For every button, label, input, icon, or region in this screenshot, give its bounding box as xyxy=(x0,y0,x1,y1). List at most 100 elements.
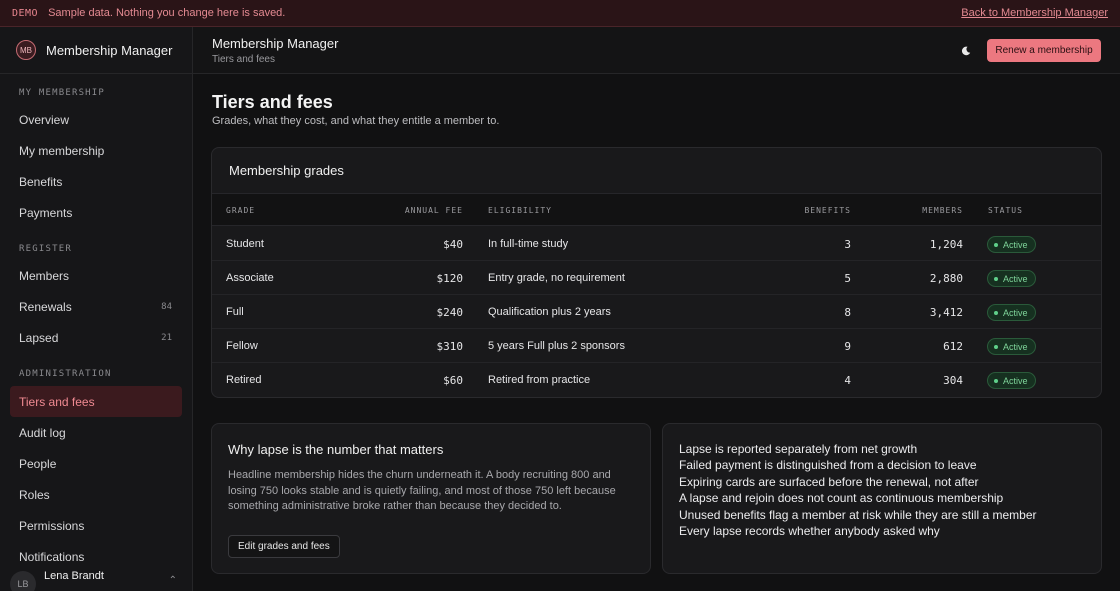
members-cell: 304 xyxy=(943,374,963,387)
sidebar-item-roles[interactable]: Roles xyxy=(0,479,192,510)
members-cell: 2,880 xyxy=(929,272,963,285)
list-item: A lapse and rejoin does not count as con… xyxy=(679,491,1004,506)
lapsed-count: 21 xyxy=(161,332,172,343)
sidebar-item-payments[interactable]: Payments xyxy=(0,197,192,228)
column-header-grade[interactable]: GRADE xyxy=(226,206,255,215)
principles-list: Lapse is reported separately from net gr… xyxy=(679,441,1037,539)
brand[interactable]: MB Membership Manager xyxy=(0,27,192,74)
members-cell: 612 xyxy=(943,340,963,353)
table-row[interactable]: Student $40 In full-time study 3 1,204 A… xyxy=(212,227,1101,261)
status-dot-icon xyxy=(994,242,998,247)
column-header-status[interactable]: STATUS xyxy=(988,206,1023,215)
card-title: Membership grades xyxy=(229,163,344,178)
table-body: Student $40 In full-time study 3 1,204 A… xyxy=(212,227,1101,397)
sidebar-item-label: My membership xyxy=(19,143,105,158)
card-body: Headline membership hides the churn unde… xyxy=(228,469,616,512)
sidebar-item-label: Payments xyxy=(19,205,73,220)
sidebar-item-label: Benefits xyxy=(19,174,63,189)
sidebar-item-overview[interactable]: Overview xyxy=(0,104,192,135)
page-subtitle: Grades, what they cost, and what they en… xyxy=(212,115,500,127)
status-label: Active xyxy=(1003,239,1028,250)
sidebar-item-audit-log[interactable]: Audit log xyxy=(0,417,192,448)
eligibility-cell: In full-time study xyxy=(488,238,569,250)
section-label-my-membership: MY MEMBERSHIP xyxy=(19,88,106,98)
table-row[interactable]: Retired $60 Retired from practice 4 304 … xyxy=(212,363,1101,397)
app-name: Membership Manager xyxy=(46,42,173,58)
benefits-cell: 5 xyxy=(844,272,851,285)
eligibility-cell: Qualification plus 2 years xyxy=(488,306,611,318)
sidebar: MB Membership Manager MY MEMBERSHIP Over… xyxy=(0,27,193,591)
sidebar-item-lapsed[interactable]: Lapsed 21 xyxy=(0,322,192,353)
grade-cell: Associate xyxy=(226,272,274,284)
sidebar-item-members[interactable]: Members xyxy=(0,260,192,291)
grade-cell: Student xyxy=(226,238,264,250)
list-item: Unused benefits flag a member at risk wh… xyxy=(679,507,1037,522)
benefits-cell: 9 xyxy=(844,340,851,353)
sidebar-item-label: Permissions xyxy=(19,518,85,533)
fee-cell: $310 xyxy=(436,340,464,353)
grade-cell: Fellow xyxy=(226,340,258,352)
demo-message: Sample data. Nothing you change here is … xyxy=(48,7,286,19)
header-title: Membership Manager xyxy=(212,36,339,51)
app-logo: MB xyxy=(16,40,36,60)
sidebar-item-tiers-and-fees[interactable]: Tiers and fees xyxy=(10,386,182,417)
list-item: Lapse is reported separately from net gr… xyxy=(679,442,918,456)
sidebar-item-my-membership[interactable]: My membership xyxy=(0,135,192,166)
section-label-administration: ADMINISTRATION xyxy=(19,369,112,379)
table-row[interactable]: Fellow $310 5 years Full plus 2 sponsors… xyxy=(212,329,1101,363)
sidebar-item-permissions[interactable]: Permissions xyxy=(0,510,192,541)
moon-icon[interactable] xyxy=(957,42,975,60)
sidebar-item-people[interactable]: People xyxy=(0,448,192,479)
user-name: Lena Brandt xyxy=(44,570,104,582)
status-badge: Active xyxy=(987,338,1036,355)
status-badge: Active xyxy=(987,304,1036,321)
column-header-eligibility[interactable]: ELIGIBILITY xyxy=(488,206,552,215)
membership-grades-card: Membership grades GRADE ANNUAL FEE ELIGI… xyxy=(211,147,1102,398)
demo-banner: DEMO Sample data. Nothing you change her… xyxy=(0,0,1120,27)
status-badge: Active xyxy=(987,270,1036,287)
grade-cell: Full xyxy=(226,306,244,318)
header-subtitle: Tiers and fees xyxy=(212,54,275,65)
renew-membership-button[interactable]: Renew a membership xyxy=(987,39,1101,62)
column-header-annual-fee[interactable]: ANNUAL FEE xyxy=(405,206,463,215)
status-label: Active xyxy=(1003,375,1028,386)
benefits-cell: 3 xyxy=(844,238,851,251)
eligibility-cell: 5 years Full plus 2 sponsors xyxy=(488,340,625,352)
table-row[interactable]: Full $240 Qualification plus 2 years 8 3… xyxy=(212,295,1101,329)
status-label: Active xyxy=(1003,341,1028,352)
lapse-explainer-card: Why lapse is the number that matters Hea… xyxy=(211,423,651,574)
chevron-up-down-icon: ⌃ xyxy=(168,575,177,586)
status-label: Active xyxy=(1003,273,1028,284)
eligibility-cell: Entry grade, no requirement xyxy=(488,272,625,284)
fee-cell: $40 xyxy=(443,238,463,251)
list-item: Expiring cards are surfaced before the r… xyxy=(679,474,979,489)
sidebar-item-label: Notifications xyxy=(19,549,85,564)
fee-cell: $60 xyxy=(443,374,463,387)
sidebar-item-renewals[interactable]: Renewals 84 xyxy=(0,291,192,322)
user-menu[interactable]: LB Lena Brandt ⌃ xyxy=(0,569,192,591)
demo-tag: DEMO xyxy=(12,7,39,19)
card-title: Why lapse is the number that matters xyxy=(228,442,444,457)
renewals-count: 84 xyxy=(161,301,172,312)
benefits-cell: 8 xyxy=(844,306,851,319)
edit-grades-button[interactable]: Edit grades and fees xyxy=(228,535,340,558)
status-label: Active xyxy=(1003,307,1028,318)
sidebar-item-benefits[interactable]: Benefits xyxy=(0,166,192,197)
back-to-app-link[interactable]: Back to Membership Manager xyxy=(961,7,1108,19)
sidebar-item-label: Roles xyxy=(19,487,50,502)
status-badge: Active xyxy=(987,236,1036,253)
status-dot-icon xyxy=(994,310,998,315)
column-header-members[interactable]: MEMBERS xyxy=(922,206,963,215)
top-header: Membership Manager Tiers and fees Renew … xyxy=(193,27,1120,74)
sidebar-item-label: Audit log xyxy=(19,425,66,440)
lapse-principles-card: Lapse is reported separately from net gr… xyxy=(662,423,1102,574)
list-item: Every lapse records whether anybody aske… xyxy=(679,524,940,539)
table-row[interactable]: Associate $120 Entry grade, no requireme… xyxy=(212,261,1101,295)
sidebar-item-label: Renewals xyxy=(19,299,72,314)
grade-cell: Retired xyxy=(226,374,262,386)
avatar: LB xyxy=(10,571,36,591)
fee-cell: $240 xyxy=(436,306,464,319)
column-header-benefits[interactable]: BENEFITS xyxy=(804,206,851,215)
sidebar-item-notifications[interactable]: Notifications xyxy=(0,541,192,572)
status-dot-icon xyxy=(994,276,998,281)
